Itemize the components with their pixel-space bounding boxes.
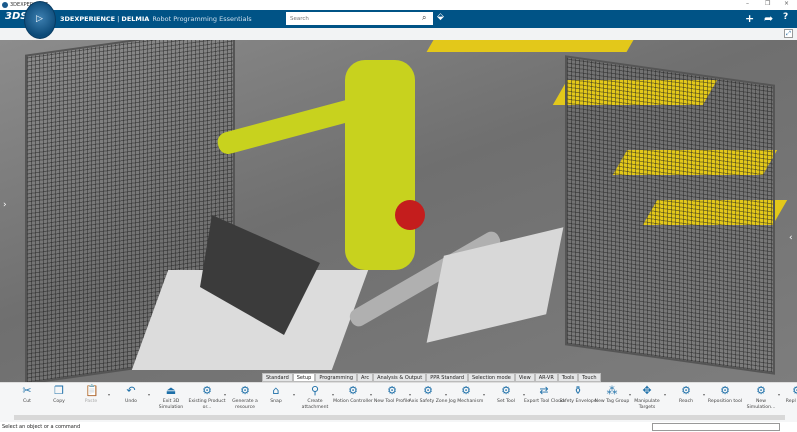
existing-product-or-button[interactable]: ⚙ Existing Product or... — [187, 384, 227, 414]
undo-icon: ↶ — [126, 384, 136, 397]
button-label: Set Tool — [497, 399, 515, 404]
add-icon[interactable]: + — [745, 12, 754, 25]
motion-controller-button[interactable]: ⚙ Motion Controller — [333, 384, 373, 414]
tab-analysis-output[interactable]: Analysis & Output — [373, 373, 427, 382]
button-label: Reposition tool — [707, 399, 743, 404]
second-panel — [426, 227, 564, 343]
button-label: New Tag Group — [594, 399, 630, 404]
scissors-icon: ✂ — [22, 384, 32, 397]
tab-ppr-standard[interactable]: PPR Standard — [426, 373, 469, 382]
safety-fence — [565, 55, 775, 375]
close-button[interactable]: × — [784, 0, 789, 7]
toolbar-tabs: Standard Setup Programming Arc Analysis & Ou… — [262, 373, 601, 382]
action-bar — [0, 28, 797, 40]
help-icon[interactable]: ? — [783, 12, 788, 22]
tab-standard[interactable]: Standard — [262, 373, 293, 382]
jog-mechanism-button[interactable]: ⚙ Jog Mechanism — [446, 384, 486, 414]
attachment-icon: ⚲ — [310, 384, 320, 397]
button-label: Motion Controller — [333, 399, 373, 404]
button-label: Reach — [678, 399, 694, 404]
share-icon[interactable]: ➦ — [764, 12, 773, 25]
reposition-tool-button[interactable]: ⚙ Reposition tool — [705, 384, 745, 414]
exit-3d-simulation-button[interactable]: ⏏ Exit 3D Simulation — [151, 384, 191, 414]
tab-programming[interactable]: Programming — [315, 373, 358, 382]
copy-icon: ❐ — [54, 384, 64, 397]
search-icon[interactable]: ⌕ — [422, 13, 426, 23]
motion-controller-icon: ⚙ — [348, 384, 358, 397]
snap-icon: ⌂ — [272, 384, 280, 397]
app-logo-icon — [2, 2, 8, 8]
button-label: Axis Safety Zone — [408, 399, 448, 404]
new-tag-group-button[interactable]: ⁂ New Tag Group — [592, 384, 632, 414]
search-input[interactable] — [286, 12, 433, 25]
replay-trajectory-icon: ⚙ — [791, 385, 797, 397]
create-attachment-button[interactable]: ⚲ Create attachment — [295, 384, 335, 414]
exit-simulation-icon: ⏏ — [165, 384, 177, 397]
tag-group-icon: ⁂ — [606, 384, 618, 397]
button-label: Manipulate Targets — [634, 399, 660, 410]
reach-button[interactable]: ⚙ Reach — [666, 384, 706, 414]
button-label: New Simulation... — [746, 399, 776, 410]
button-label: Undo — [124, 399, 137, 404]
jog-icon: ⚙ — [461, 384, 471, 397]
tag-icon[interactable]: ⬙ — [437, 12, 444, 22]
tab-tools[interactable]: Tools — [557, 373, 579, 382]
safety-zone-icon: ⚙ — [423, 384, 433, 397]
button-label: New Tool Profile — [373, 399, 411, 404]
robot-motor — [395, 200, 425, 230]
paste-icon: 📋 — [85, 384, 99, 397]
repl-traje-button[interactable]: ⚙ Repl Traje — [777, 384, 797, 414]
existing-product-icon: ⚙ — [202, 384, 212, 397]
toolbar-scrollbar[interactable] — [14, 415, 785, 420]
minimize-button[interactable]: – — [746, 0, 749, 7]
expand-left-arrow-icon[interactable]: › — [3, 200, 7, 210]
tool-profile-icon: ⚙ — [387, 384, 397, 397]
button-label: Snap — [270, 399, 282, 404]
targets-icon: ✥ — [642, 384, 652, 397]
button-label: Paste — [84, 399, 98, 404]
window-titlebar: 3DEXPERIENCE – ❐ × — [0, 0, 797, 10]
manipulate-targets-button[interactable]: ✥ Manipulate Targets — [627, 384, 667, 414]
status-message: Select an object or a command — [2, 424, 81, 430]
restore-button[interactable]: ❐ — [765, 0, 770, 7]
snap-button[interactable]: ⌂ Snap — [256, 384, 296, 414]
tab-touch[interactable]: Touch — [578, 373, 601, 382]
new-simulation-button[interactable]: ⚙ New Simulation... — [741, 384, 781, 414]
fullscreen-icon[interactable]: ⤢ — [784, 29, 793, 38]
dropdown-arrow-icon[interactable]: ▾ — [108, 392, 110, 397]
top-bar: 3DS 3DEXPERIENCE | DELMIA Robot Programmi… — [0, 10, 797, 28]
button-label: Create attachment — [301, 399, 329, 410]
tab-setup[interactable]: Setup — [292, 373, 316, 382]
safety-envelope-icon: ⚱ — [573, 384, 583, 397]
3d-viewport[interactable] — [0, 40, 797, 382]
reposition-icon: ⚙ — [720, 384, 730, 397]
button-label: Jog Mechanism — [448, 399, 484, 404]
export-cloud-icon: ⇄ — [539, 384, 549, 397]
app-title: 3DEXPERIENCE | DELMIA Robot Programming E… — [60, 15, 252, 23]
generate-resource-icon: ⚙ — [240, 384, 250, 397]
paste-button[interactable]: 📋 Paste — [71, 384, 111, 414]
tab-view[interactable]: View — [514, 373, 535, 382]
button-label: Repl Traje — [785, 399, 797, 404]
button-label: Existing Product or... — [188, 399, 226, 410]
set-tool-button[interactable]: ⚙ Set Tool — [486, 384, 526, 414]
button-label: Exit 3D Simulation — [158, 399, 184, 410]
tab-ar-vr[interactable]: AR-VR — [534, 373, 558, 382]
dropdown-arrow-icon[interactable]: ▾ — [483, 392, 485, 397]
floor-stripe — [426, 40, 634, 52]
undo-button[interactable]: ↶ Undo — [111, 384, 151, 414]
dropdown-arrow-icon[interactable]: ▾ — [148, 392, 150, 397]
tab-selection-mode[interactable]: Selection mode — [468, 373, 515, 382]
simulation-icon: ⚙ — [756, 384, 766, 397]
command-input[interactable] — [652, 423, 780, 431]
axis-safety-zone-button[interactable]: ⚙ Axis Safety Zone — [408, 384, 448, 414]
expand-right-arrow-icon[interactable]: ‹ — [789, 233, 793, 243]
set-tool-icon: ⚙ — [501, 384, 511, 397]
new-tool-profile-button[interactable]: ⚙ New Tool Profile — [372, 384, 412, 414]
tab-arc[interactable]: Arc — [357, 373, 374, 382]
compass-button[interactable]: ▷ — [24, 1, 56, 39]
reach-icon: ⚙ — [681, 384, 691, 397]
